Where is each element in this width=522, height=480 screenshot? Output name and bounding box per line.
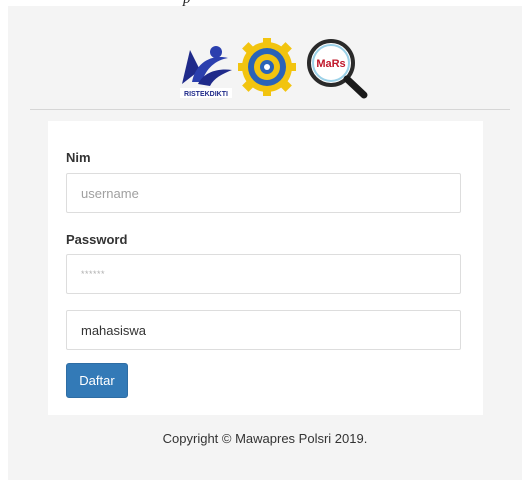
copyright-footer: Copyright © Mawapres Polsri 2019. <box>162 431 368 446</box>
polsri-logo <box>238 38 296 96</box>
password-placeholder: ****** <box>81 269 106 279</box>
mars-logo: MaRs <box>307 39 368 99</box>
login-page: RISTEKDIKTI MaRs Nim username Password *… <box>8 6 522 480</box>
logo-row: RISTEKDIKTI MaRs <box>172 28 372 100</box>
nim-placeholder: username <box>81 185 139 201</box>
ristekdikti-logo-text: RISTEKDIKTI <box>184 91 228 98</box>
header-divider <box>30 109 510 110</box>
role-field[interactable]: mahasiswa <box>66 310 461 350</box>
nim-label: Nim <box>66 150 91 165</box>
password-label: Password <box>66 232 128 247</box>
role-value: mahasiswa <box>81 322 147 338</box>
mars-logo-text: MaRs <box>316 58 345 70</box>
registration-form: Nim username Password ****** mahasiswa D… <box>48 121 483 415</box>
password-input[interactable]: ****** <box>66 254 461 294</box>
ristekdikti-logo: RISTEKDIKTI <box>180 46 232 98</box>
daftar-button[interactable]: Daftar <box>66 363 128 398</box>
nim-input[interactable]: username <box>66 173 461 213</box>
